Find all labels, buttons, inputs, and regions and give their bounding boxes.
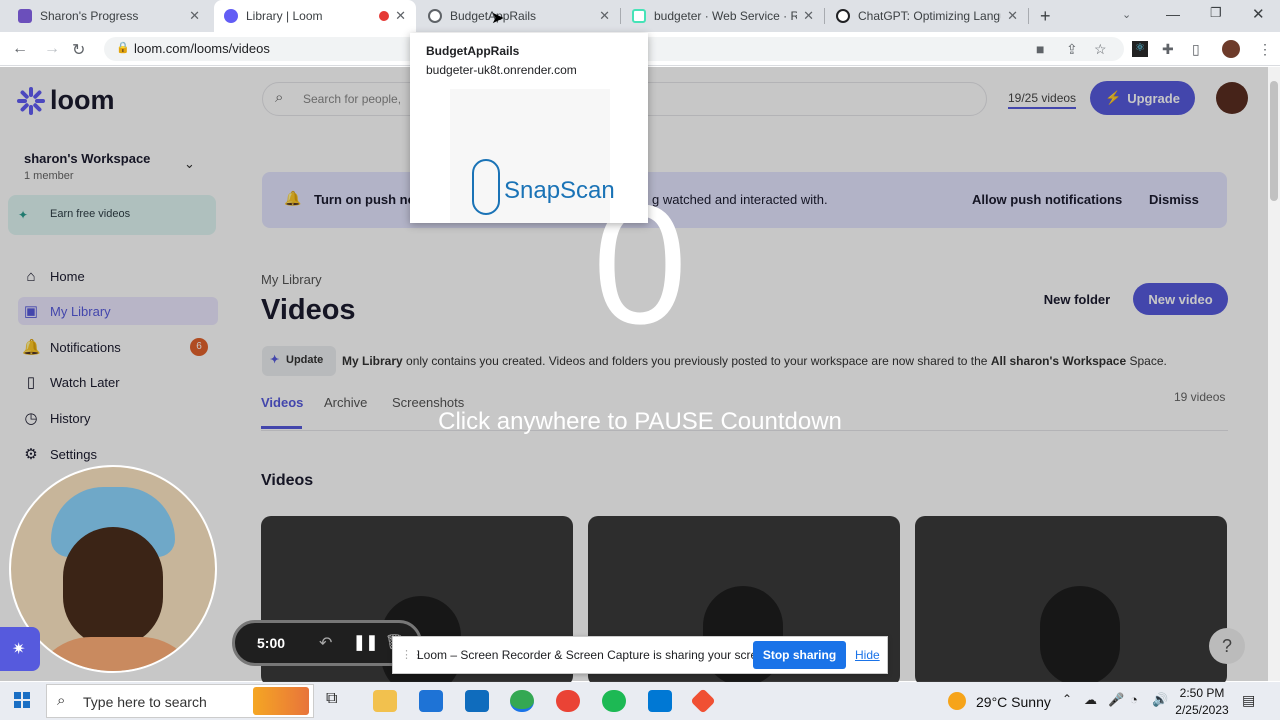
notification-center-icon[interactable]: ▤ [1242,692,1255,709]
chevron-up-icon[interactable]: ⌃ [1062,692,1072,706]
webcam-bubble[interactable] [9,465,217,673]
tab-title: budgeter · Web Service · Re [654,9,798,23]
screen-share-bar: ⋮⋮ Loom – Screen Recorder & Screen Captu… [392,636,888,674]
recording-dot-icon [379,11,390,21]
spotify-icon[interactable] [602,690,626,712]
tab-title: ChatGPT: Optimizing Langua [858,9,1002,23]
scrollbar[interactable] [1268,67,1280,681]
screen-share-text: Loom – Screen Recorder & Screen Capture … [417,648,774,662]
bookmark-star-icon[interactable]: ☆ [1094,41,1107,58]
snapscan-logo-icon [472,159,500,215]
hover-card-preview-text: SnapScan [504,177,615,204]
tab-budgeter-render[interactable]: budgeter · Web Service · Re ✕ [622,0,824,32]
onedrive-icon[interactable]: ☁ [1084,692,1097,708]
chrome-profile-icon[interactable] [556,690,580,712]
search-icon: ⌕ [57,692,66,709]
profile-avatar[interactable] [1222,40,1240,58]
scrollbar-thumb[interactable] [1270,81,1278,201]
webcam-shoulders [31,637,201,671]
back-icon[interactable]: ← [12,40,28,58]
maximize-icon[interactable]: ❐ [1210,5,1222,21]
tab-budgetapprails[interactable]: BudgetAppRails ✕ [418,0,620,32]
tab-title: BudgetAppRails [450,9,537,23]
camera-icon[interactable]: ■ [1036,41,1044,57]
windows-start-icon[interactable] [14,692,30,708]
mail-icon[interactable] [465,690,489,712]
tab-favicon [18,9,32,23]
search-highlight-image [253,687,309,715]
wifi-icon[interactable]: ◔ [1130,692,1138,707]
react-devtools-icon[interactable]: ⚛ [1132,41,1148,57]
close-icon[interactable]: ✕ [1007,8,1018,24]
side-panel-icon[interactable]: ▯ [1192,41,1200,58]
hover-card-url: budgeter-uk8t.onrender.com [426,63,577,77]
countdown-message: Click anywhere to PAUSE Countdown [438,408,842,435]
window-close-icon[interactable]: ✕ [1252,5,1265,23]
close-icon[interactable]: ✕ [395,8,406,24]
new-tab-icon[interactable]: + [1040,6,1051,27]
tab-title: Library | Loom [246,9,323,23]
share-icon[interactable]: ⇪ [1066,41,1078,58]
weather-sun-icon[interactable] [948,692,966,710]
tab-favicon [224,9,238,23]
tab-search-icon[interactable]: ⌄ [1122,8,1131,21]
tab-favicon [632,9,646,23]
task-view-icon[interactable]: ⧉ [326,690,350,712]
tab-sharons-progress[interactable]: Sharon's Progress ✕ [8,0,210,32]
webcam-face [63,527,163,647]
reload-icon[interactable]: ↻ [72,40,85,60]
openai-icon [836,9,850,23]
taskbar-search-input[interactable]: ⌕ Type here to search [46,684,314,718]
hover-card-preview: SnapScan [450,89,615,223]
undo-icon[interactable]: ↶ [319,633,332,653]
microsoft-store-icon[interactable] [419,690,443,712]
chrome-icon[interactable] [510,690,534,712]
close-icon[interactable]: ✕ [189,8,200,24]
tab-hover-card: BudgetAppRails budgeter-uk8t.onrender.co… [410,33,648,223]
stop-sharing-button[interactable]: Stop sharing [753,641,846,669]
menu-icon[interactable]: ⋮ [1258,41,1272,58]
vscode-icon[interactable] [648,690,672,712]
mouse-cursor-icon: ➤ [491,10,505,27]
recorder-timer: 5:00 [257,635,286,651]
loom-record-button[interactable]: ✷ [0,627,40,671]
clock-date[interactable]: 2/25/2023 [1172,703,1232,717]
extensions-icon[interactable]: ✚ [1162,41,1174,58]
weather-text[interactable]: 29°C Sunny [976,694,1051,710]
url-text: loom.com/looms/videos [134,41,270,56]
volume-icon[interactable]: 🔊 [1152,692,1168,708]
file-explorer-icon[interactable] [373,690,397,712]
tab-title: Sharon's Progress [40,9,139,23]
microphone-icon[interactable]: 🎤 [1108,692,1124,708]
tab-library-loom[interactable]: Library | Loom ✕ [214,0,416,32]
loom-icon: ✷ [12,641,26,658]
taskbar-search-placeholder: Type here to search [83,694,207,710]
clock-time[interactable]: 2:50 PM [1174,686,1230,700]
close-icon[interactable]: ✕ [803,8,814,24]
hide-button[interactable]: Hide [855,648,880,662]
hover-card-title: BudgetAppRails [426,44,520,58]
close-icon[interactable]: ✕ [599,8,610,24]
pause-icon[interactable]: ❚❚ [353,633,378,651]
globe-icon [428,9,442,23]
minimize-icon[interactable]: — [1166,6,1180,22]
lock-icon: 🔒 [116,42,130,54]
forward-icon[interactable]: → [44,40,60,58]
tab-chatgpt[interactable]: ChatGPT: Optimizing Langua ✕ [826,0,1028,32]
